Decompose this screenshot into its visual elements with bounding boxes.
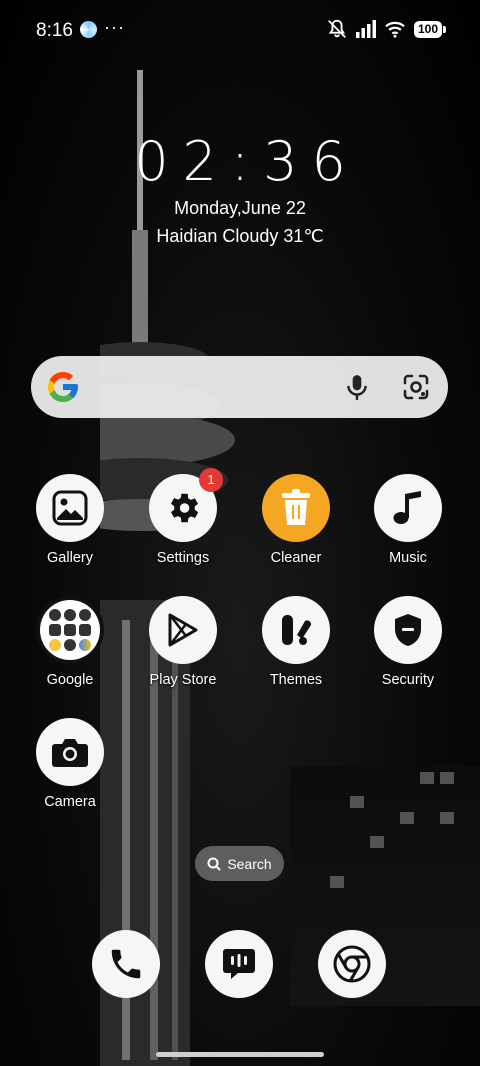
app-label: Play Store — [149, 672, 217, 688]
google-search-bar[interactable] — [31, 356, 448, 418]
app-play-store[interactable]: Play Store — [133, 596, 233, 688]
status-time: 8:16 — [36, 20, 73, 41]
app-settings[interactable]: 1 Settings — [133, 468, 233, 566]
silent-bell-icon — [328, 19, 346, 38]
app-label: Settings — [156, 550, 210, 566]
app-label: Gallery — [47, 550, 93, 566]
messages-icon[interactable] — [205, 930, 273, 998]
app-label: Themes — [269, 672, 323, 688]
app-label: Camera — [44, 794, 96, 810]
notification-app-icon — [80, 21, 97, 38]
music-note-icon[interactable] — [374, 474, 442, 542]
home-indicator[interactable] — [156, 1052, 324, 1057]
clock-time[interactable]: 02:36 — [0, 130, 480, 193]
themes-icon[interactable] — [262, 596, 330, 664]
camera-icon[interactable] — [36, 718, 104, 786]
gear-icon[interactable]: 1 — [149, 468, 223, 542]
voice-search-mic-icon[interactable] — [344, 373, 370, 401]
app-camera[interactable]: Camera — [20, 718, 120, 810]
widget-weather[interactable]: Haidian Cloudy 31℃ — [0, 226, 480, 247]
chrome-icon[interactable] — [318, 930, 386, 998]
app-gallery[interactable]: Gallery — [20, 474, 120, 566]
app-google-folder[interactable]: Google — [20, 596, 120, 688]
notification-badge: 1 — [199, 468, 223, 492]
more-notifications-icon: ··· — [104, 17, 125, 37]
app-label: Security — [381, 672, 435, 688]
battery-indicator: 100 — [413, 20, 446, 38]
google-lens-icon[interactable] — [402, 373, 430, 401]
app-search-button[interactable]: Search — [195, 846, 284, 881]
app-label: Google — [46, 672, 94, 688]
search-label: Search — [227, 855, 272, 872]
search-icon — [207, 857, 222, 871]
phone-icon[interactable] — [92, 930, 160, 998]
app-label: Cleaner — [270, 550, 322, 566]
status-bar: 8:16 ··· 100 — [0, 0, 480, 60]
google-logo-icon — [48, 372, 78, 402]
battery-level: 100 — [413, 20, 442, 38]
wifi-icon — [385, 21, 405, 38]
trash-icon[interactable] — [262, 474, 330, 542]
app-label: Music — [389, 550, 427, 566]
signal-icon — [355, 20, 376, 38]
shield-icon[interactable] — [374, 596, 442, 664]
gallery-icon[interactable] — [36, 474, 104, 542]
app-music[interactable]: Music — [358, 474, 458, 566]
app-cleaner[interactable]: Cleaner — [246, 474, 346, 566]
widget-date[interactable]: Monday,June 22 — [0, 198, 480, 219]
app-themes[interactable]: Themes — [246, 596, 346, 688]
play-store-icon[interactable] — [149, 596, 217, 664]
google-folder-icon[interactable] — [36, 596, 104, 664]
app-security[interactable]: Security — [358, 596, 458, 688]
